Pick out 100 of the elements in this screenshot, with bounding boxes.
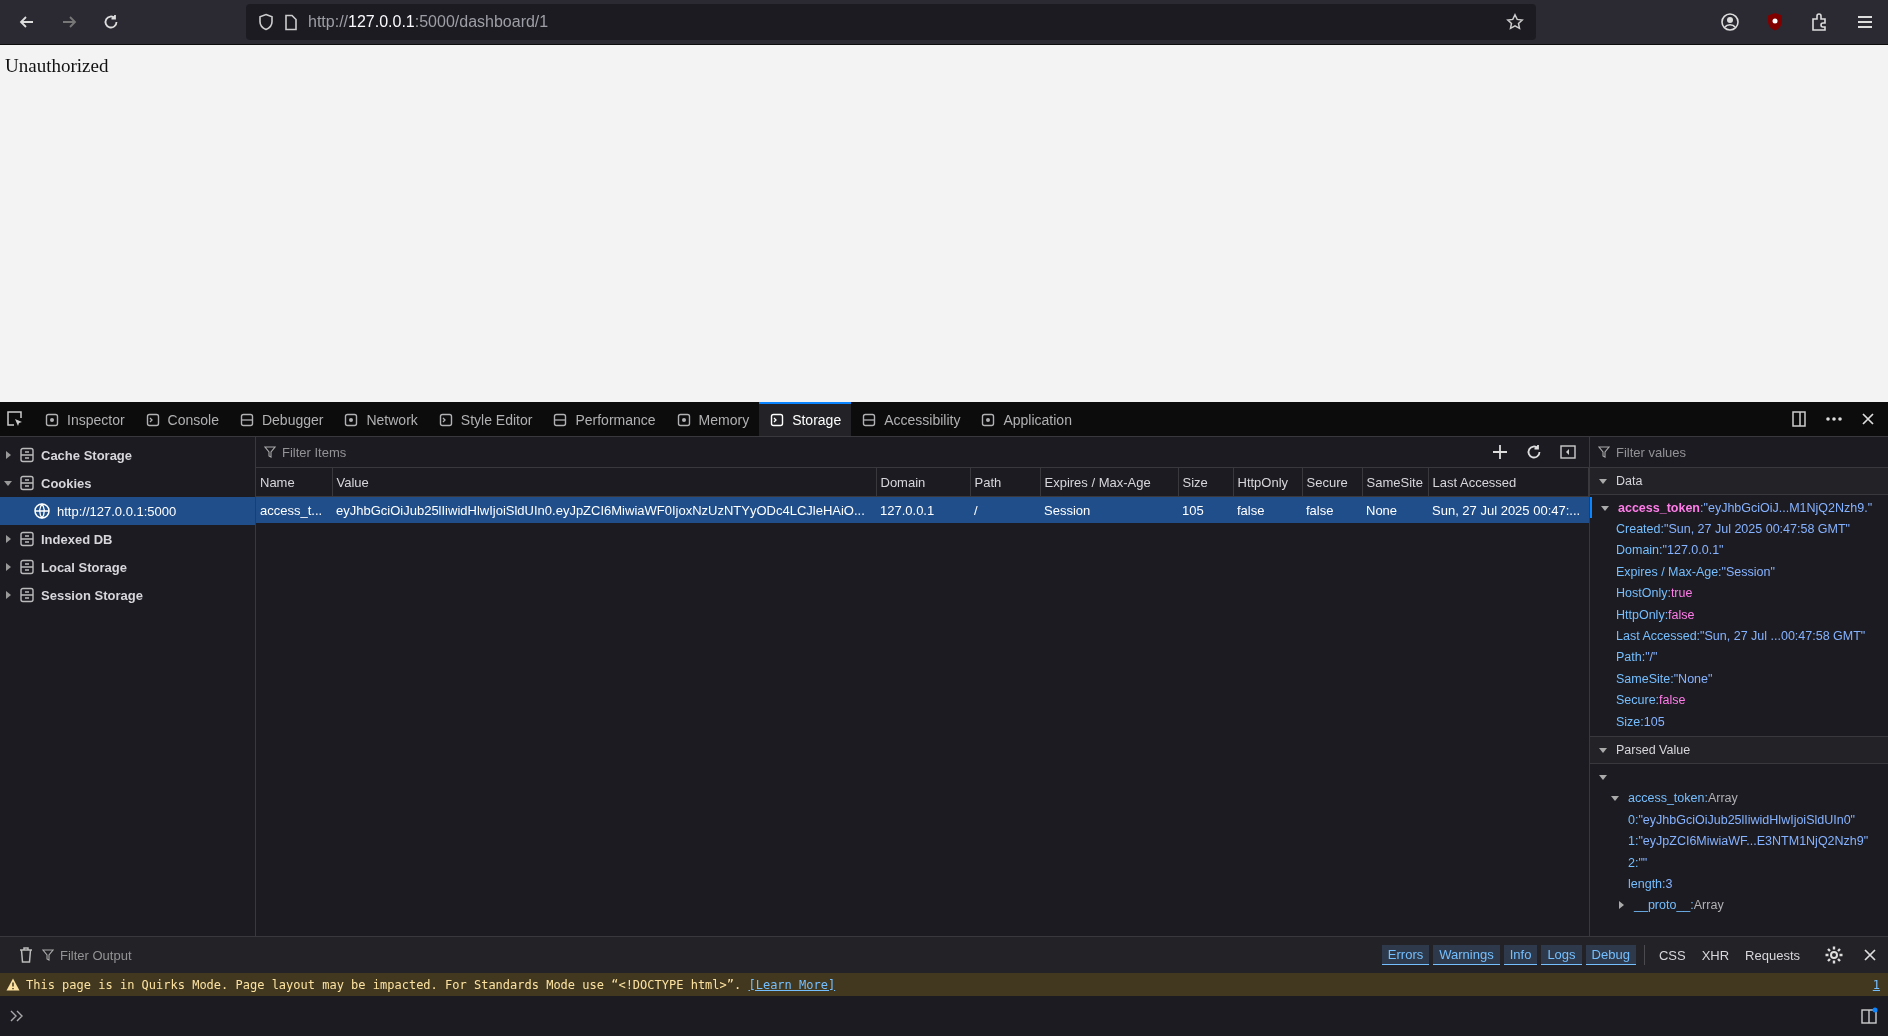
property-text: Secure:false bbox=[1615, 692, 1687, 710]
column-header[interactable]: SameSite bbox=[1362, 468, 1428, 497]
add-icon[interactable] bbox=[1491, 443, 1509, 461]
database-icon bbox=[19, 447, 35, 463]
property-text: length:3 bbox=[1627, 875, 1674, 893]
type-filter-button[interactable]: CSS bbox=[1652, 945, 1692, 965]
editor-toggle-icon[interactable] bbox=[1860, 1007, 1878, 1025]
tree-item[interactable]: Session Storage bbox=[0, 581, 255, 609]
terminal-icon bbox=[437, 412, 454, 428]
property-text: __proto__:Array bbox=[1634, 898, 1724, 913]
column-header[interactable]: Value bbox=[332, 468, 876, 497]
devtools-tab[interactable]: Accessibility bbox=[851, 402, 971, 436]
filter-field[interactable]: Filter values bbox=[1614, 443, 1876, 461]
star-icon[interactable] bbox=[1506, 13, 1524, 31]
level-filter-button[interactable]: Debug bbox=[1585, 945, 1636, 965]
table-cell: Sun, 27 Jul 2025 00:47:... bbox=[1428, 496, 1589, 523]
devtools-tab[interactable]: Application bbox=[970, 402, 1082, 436]
column-header[interactable]: Last Accessed bbox=[1428, 468, 1589, 497]
menu-icon[interactable] bbox=[1856, 13, 1874, 31]
window-icon bbox=[552, 412, 569, 428]
database-icon bbox=[19, 531, 35, 547]
devtools-tab[interactable]: Memory bbox=[665, 402, 760, 436]
learn-more-link[interactable]: [Learn More] bbox=[748, 977, 836, 992]
property-text: SameSite:"None" bbox=[1615, 670, 1714, 688]
table-cell: Session bbox=[1040, 496, 1178, 523]
table-row[interactable]: access_t... eyJhbGciOiJub25lIiwidHlwIjoiSldUIn0.eyJpZCI6MiwiaWF0IjoxNzUzNTYyODc4LCJleHAiO... 127.0.0.1 / Session 105 false false None Sun, 27 Jul 2025 00:47:... bbox=[256, 496, 1589, 523]
property-text: Last Accessed:"Sun, 27 Jul ...00:47:58 GMT" bbox=[1615, 628, 1867, 646]
close-icon[interactable] bbox=[1860, 411, 1876, 427]
close-icon[interactable] bbox=[1862, 947, 1878, 963]
type-filter-button[interactable]: XHR bbox=[1695, 945, 1736, 965]
level-filter-button[interactable]: Logs bbox=[1541, 945, 1582, 965]
shield-icon[interactable] bbox=[1766, 12, 1784, 32]
section-header[interactable]: Data bbox=[1590, 468, 1888, 495]
property-text: Domain:"127.0.0.1" bbox=[1615, 542, 1725, 560]
column-header[interactable]: Path bbox=[970, 468, 1040, 497]
property-text: 0:"eyJhbGciOiJub25lIiwidHlwIjoiSldUIn0" bbox=[1627, 811, 1857, 829]
caret-icon bbox=[1616, 900, 1626, 911]
devtools-tab[interactable]: Network bbox=[333, 402, 428, 436]
terminal-icon bbox=[769, 412, 786, 428]
caret-icon bbox=[3, 590, 13, 600]
column-header[interactable]: Expires / Max-Age bbox=[1040, 468, 1178, 497]
tree-item[interactable]: Cache Storage bbox=[0, 441, 255, 469]
column-header[interactable]: Size bbox=[1178, 468, 1233, 497]
table-cell: 105 bbox=[1178, 496, 1233, 523]
dock-icon[interactable] bbox=[1790, 410, 1808, 428]
filter-field[interactable]: Filter Items bbox=[280, 443, 1475, 461]
property-text: HostOnly:true bbox=[1615, 585, 1694, 603]
tree-item[interactable]: Cookies bbox=[0, 469, 255, 497]
trash-icon[interactable] bbox=[18, 946, 34, 964]
caret-icon[interactable] bbox=[1598, 772, 1608, 782]
window-icon bbox=[861, 412, 878, 428]
page-text: Unauthorized bbox=[5, 55, 109, 76]
devtools-tab[interactable]: Style Editor bbox=[427, 402, 543, 436]
property-text: Expires / Max-Age:"Session" bbox=[1615, 563, 1776, 581]
level-filter-button[interactable]: Errors bbox=[1381, 945, 1430, 965]
devtools-tab[interactable]: Performance bbox=[542, 402, 666, 436]
url-text: http://127.0.0.1:5000/dashboard/1 bbox=[308, 13, 550, 31]
column-header[interactable]: Name bbox=[256, 468, 332, 497]
filter-icon bbox=[264, 446, 276, 458]
tree-item[interactable]: http://127.0.0.1:5000 bbox=[0, 497, 255, 525]
tree-item[interactable]: Local Storage bbox=[0, 553, 255, 581]
filter-icon bbox=[42, 949, 54, 961]
property-text: access_token:"eyJhbGciOiJ...M1NjQ2Nzh9." bbox=[1618, 500, 1873, 515]
section-header[interactable]: Parsed Value bbox=[1590, 736, 1888, 765]
column-header[interactable]: Domain bbox=[876, 468, 970, 497]
caret-icon bbox=[3, 450, 13, 460]
devtools-tab[interactable]: Debugger bbox=[228, 402, 334, 436]
picker-icon[interactable] bbox=[6, 410, 24, 428]
page-icon bbox=[284, 13, 298, 31]
caret-icon bbox=[3, 478, 13, 488]
prompt-icon bbox=[10, 1010, 24, 1022]
warning-text: This page is in Quirks Mode. Page layout may be impacted. For Standards Mode use “<!DOCTYPE html>”. [Learn More] bbox=[26, 977, 837, 992]
devtools-tab[interactable]: Inspector bbox=[34, 402, 135, 436]
address-bar[interactable]: http://127.0.0.1:5000/dashboard/1 bbox=[246, 4, 1536, 40]
refresh-icon[interactable] bbox=[1525, 443, 1543, 461]
property-text: Created:"Sun, 27 Jul 2025 00:47:58 GMT" bbox=[1615, 521, 1852, 539]
column-header[interactable]: Secure bbox=[1302, 468, 1362, 497]
tree-item[interactable]: Indexed DB bbox=[0, 525, 255, 553]
devtools-tab[interactable]: Console bbox=[134, 402, 229, 436]
table-cell: false bbox=[1233, 496, 1302, 523]
level-filter-button[interactable]: Info bbox=[1503, 945, 1538, 965]
table-cell: / bbox=[970, 496, 1040, 523]
sidebar-toggle-icon[interactable] bbox=[1559, 443, 1577, 461]
devtools-tab[interactable]: Storage bbox=[759, 402, 852, 436]
globe-icon bbox=[33, 502, 51, 520]
property-row[interactable]: access_token:"eyJhbGciOiJ...M1NjQ2Nzh9." bbox=[1590, 497, 1888, 519]
level-filter-button[interactable]: Warnings bbox=[1433, 945, 1500, 965]
window-icon bbox=[238, 412, 255, 428]
message-count[interactable]: 1 bbox=[1872, 977, 1880, 992]
type-filter-button[interactable]: Requests bbox=[1739, 945, 1806, 965]
settings-icon[interactable] bbox=[1824, 945, 1844, 965]
account-icon[interactable] bbox=[1720, 12, 1740, 32]
property-row[interactable]: access_token:Array bbox=[1590, 787, 1888, 810]
caret-icon bbox=[3, 534, 13, 544]
filter-field[interactable]: Filter Output bbox=[58, 946, 1374, 964]
property-row[interactable]: __proto__:Array bbox=[1590, 894, 1888, 917]
table-cell: access_t... bbox=[256, 496, 332, 523]
column-header[interactable]: HttpOnly bbox=[1233, 468, 1302, 497]
caret-icon bbox=[1598, 476, 1608, 486]
shield-icon bbox=[258, 13, 274, 31]
